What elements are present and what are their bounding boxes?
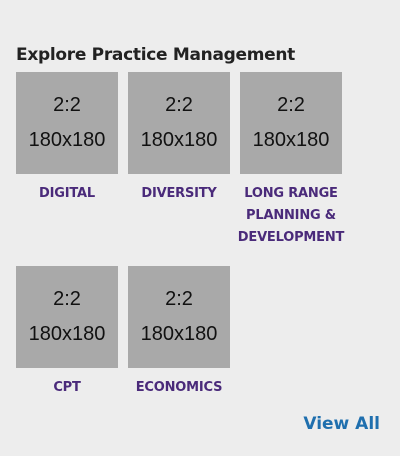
tile-digital[interactable]: 2:2 180x180 DIGITAL: [16, 72, 118, 205]
tile-thumbnail[interactable]: 2:2 180x180: [16, 72, 118, 174]
thumbnail-ratio: 2:2: [277, 94, 305, 116]
thumbnail-size: 180x180: [28, 129, 106, 151]
thumbnail-ratio: 2:2: [165, 288, 193, 310]
tile-thumbnail[interactable]: 2:2 180x180: [16, 266, 118, 368]
tile-economics[interactable]: 2:2 180x180 ECONOMICS: [128, 266, 230, 399]
tile-label[interactable]: CPT: [16, 377, 118, 399]
thumbnail-size: 180x180: [252, 129, 330, 151]
tile-label[interactable]: ECONOMICS: [128, 377, 230, 399]
thumbnail-ratio: 2:2: [165, 94, 193, 116]
tile-long-range-planning[interactable]: 2:2 180x180 LONG RANGE PLANNING & DEVELO…: [238, 72, 344, 249]
thumbnail-size: 180x180: [140, 129, 218, 151]
tile-thumbnail[interactable]: 2:2 180x180: [240, 72, 342, 174]
tile-label[interactable]: DIVERSITY: [128, 183, 230, 205]
tile-thumbnail[interactable]: 2:2 180x180: [128, 72, 230, 174]
tile-label[interactable]: LONG RANGE PLANNING & DEVELOPMENT: [226, 183, 356, 249]
tile-thumbnail[interactable]: 2:2 180x180: [128, 266, 230, 368]
thumbnail-ratio: 2:2: [53, 94, 81, 116]
section-title: Explore Practice Management: [16, 45, 295, 65]
tile-label[interactable]: DIGITAL: [16, 183, 118, 205]
thumbnail-size: 180x180: [28, 323, 106, 345]
view-all-link[interactable]: View All: [303, 414, 380, 434]
thumbnail-ratio: 2:2: [53, 288, 81, 310]
tile-cpt[interactable]: 2:2 180x180 CPT: [16, 266, 118, 399]
thumbnail-size: 180x180: [140, 323, 218, 345]
tile-diversity[interactable]: 2:2 180x180 DIVERSITY: [128, 72, 230, 205]
